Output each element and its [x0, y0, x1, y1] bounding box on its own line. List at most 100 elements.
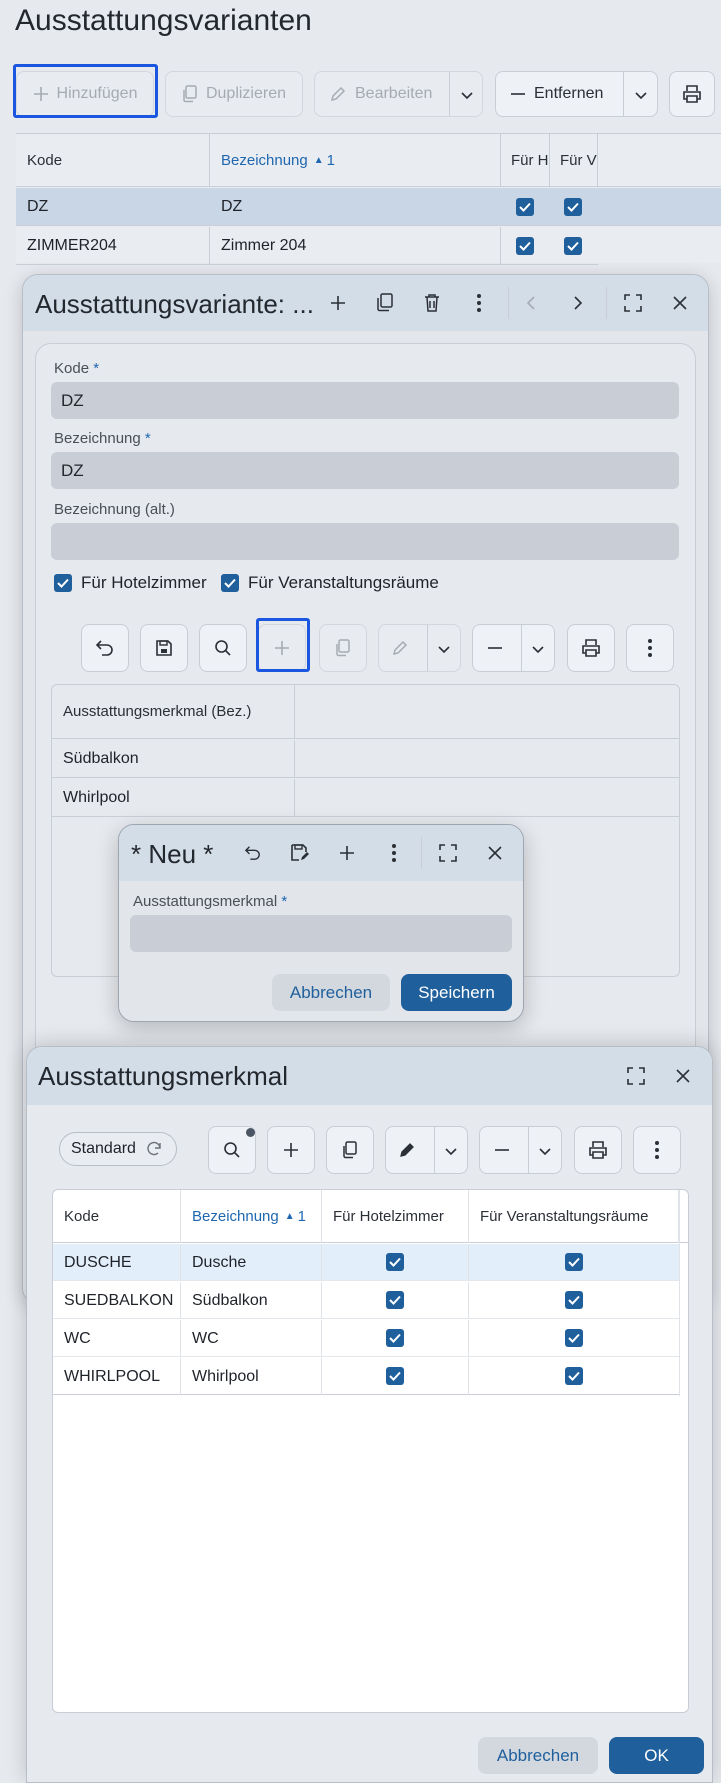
chevron-down-icon[interactable] — [530, 641, 546, 657]
checkbox-event[interactable] — [565, 1253, 583, 1271]
minus-icon — [510, 86, 526, 102]
undo-button[interactable] — [81, 624, 129, 672]
chevron-left-icon[interactable] — [516, 288, 546, 318]
column-header-hotel[interactable]: Für H — [501, 134, 550, 187]
ok-button[interactable]: OK — [609, 1737, 704, 1774]
code-field[interactable]: DZ — [51, 382, 679, 419]
sort-ascending-icon: ▲ — [284, 1211, 295, 1222]
chevron-down-icon[interactable] — [633, 87, 649, 103]
column-header-event[interactable]: Für V — [550, 134, 598, 187]
more-vertical-icon[interactable] — [464, 288, 494, 318]
checkbox-hotel[interactable] — [386, 1291, 404, 1309]
minus-icon — [494, 1142, 510, 1158]
checkbox-event[interactable] — [565, 1329, 583, 1347]
checkbox-hotel[interactable] — [386, 1329, 404, 1347]
more-button[interactable] — [633, 1126, 681, 1174]
print-button[interactable] — [567, 624, 615, 672]
duplicate-button[interactable] — [326, 1126, 374, 1174]
chevron-down-icon[interactable] — [436, 641, 452, 657]
checkbox-event[interactable] — [565, 1291, 583, 1309]
feature-field[interactable] — [130, 915, 512, 952]
duplicate-feature-button[interactable] — [319, 624, 367, 672]
undo-icon[interactable] — [238, 838, 268, 868]
fullscreen-icon[interactable] — [621, 1061, 651, 1091]
column-header-code[interactable]: Kode — [16, 134, 210, 187]
chevron-down-icon[interactable] — [459, 87, 475, 103]
alt-name-field[interactable] — [51, 523, 679, 560]
view-chip[interactable]: Standard — [59, 1132, 177, 1166]
close-icon[interactable] — [668, 1061, 698, 1091]
print-button[interactable] — [574, 1126, 622, 1174]
minus-icon — [487, 640, 503, 656]
chevron-down-icon[interactable] — [537, 1143, 553, 1159]
pencil-icon — [329, 85, 347, 103]
checkbox-hotel[interactable] — [516, 237, 534, 255]
add-button[interactable] — [267, 1126, 315, 1174]
column-header-feature[interactable]: Ausstattungsmerkmal (Bez.) — [52, 685, 295, 739]
table-row[interactable]: DUSCHE Dusche — [53, 1244, 679, 1281]
printer-icon — [588, 1140, 608, 1160]
save-edit-icon[interactable] — [285, 838, 315, 868]
column-header-event[interactable]: Für Veranstaltungsräume — [469, 1190, 679, 1243]
cell-name: Zimmer 204 — [210, 227, 501, 265]
name-field[interactable]: DZ — [51, 452, 679, 489]
column-header-name[interactable]: Bezeichnung ▲ 1 — [181, 1190, 322, 1243]
table-row[interactable]: Südbalkon — [52, 740, 679, 778]
chevron-down-icon[interactable] — [443, 1143, 459, 1159]
table-row[interactable]: Whirlpool — [52, 779, 679, 817]
close-icon[interactable] — [480, 838, 510, 868]
event-checkbox[interactable]: Für Veranstaltungsräume — [221, 573, 439, 593]
edit-split-button[interactable] — [385, 1126, 468, 1174]
copy-icon — [182, 85, 198, 103]
trash-icon[interactable] — [417, 288, 447, 318]
column-header-name[interactable]: Bezeichnung ▲ 1 — [210, 134, 501, 187]
checkbox-hotel[interactable] — [386, 1253, 404, 1271]
checkbox-hotel[interactable] — [386, 1367, 404, 1385]
save-button[interactable] — [140, 624, 188, 672]
features-table: Kode Bezeichnung ▲ 1 Für Hotelzimmer Für… — [52, 1189, 689, 1713]
table-row[interactable]: WC WC — [53, 1320, 679, 1357]
close-icon[interactable] — [665, 288, 695, 318]
add-icon[interactable] — [332, 838, 362, 868]
save-button[interactable]: Speichern — [401, 974, 512, 1011]
more-button[interactable] — [626, 624, 674, 672]
filter-indicator-dot — [246, 1128, 255, 1137]
more-vertical-icon[interactable] — [379, 838, 409, 868]
page-title: Ausstattungsvarianten — [15, 4, 312, 37]
cell-code: ZIMMER204 — [16, 227, 210, 265]
copy-icon[interactable] — [370, 288, 400, 318]
fullscreen-icon[interactable] — [433, 838, 463, 868]
focus-ring — [13, 64, 158, 118]
edit-split-button[interactable]: Bearbeiten — [314, 71, 483, 117]
table-row[interactable]: ZIMMER204 Zimmer 204 — [16, 227, 598, 265]
checkbox-event[interactable] — [564, 198, 582, 216]
search-button[interactable] — [199, 624, 247, 672]
table-row[interactable]: DZ DZ — [16, 188, 721, 226]
fullscreen-icon[interactable] — [618, 288, 648, 318]
table-row[interactable]: SUEDBALKON Südbalkon — [53, 1282, 679, 1319]
alt-name-label: Bezeichnung (alt.) — [54, 501, 175, 518]
cell-name: DZ — [221, 198, 243, 215]
duplicate-button[interactable]: Duplizieren — [165, 71, 303, 117]
scrollbar-track[interactable] — [679, 1190, 680, 1396]
remove-split-button[interactable] — [479, 1126, 562, 1174]
print-button[interactable] — [669, 71, 715, 117]
copy-icon — [335, 639, 351, 657]
chevron-right-icon[interactable] — [563, 288, 593, 318]
remove-split-button[interactable]: Entfernen — [495, 71, 658, 117]
checkbox-event[interactable] — [564, 237, 582, 255]
plus-icon — [283, 1142, 299, 1158]
checkbox-hotel[interactable] — [516, 198, 534, 216]
cancel-button[interactable]: Abbrechen — [478, 1737, 598, 1774]
add-icon[interactable] — [323, 288, 353, 318]
column-header-hotel[interactable]: Für Hotelzimmer — [322, 1190, 469, 1243]
more-vertical-icon — [654, 1140, 660, 1160]
remove-feature-split-button[interactable] — [472, 624, 555, 672]
cancel-button[interactable]: Abbrechen — [272, 974, 390, 1011]
column-header-code[interactable]: Kode — [53, 1190, 181, 1243]
hotel-checkbox[interactable]: Für Hotelzimmer — [54, 573, 207, 593]
edit-feature-split-button[interactable] — [378, 624, 461, 672]
table-row[interactable]: WHIRLPOOL Whirlpool — [53, 1358, 679, 1395]
checkbox-event[interactable] — [565, 1367, 583, 1385]
focus-ring — [256, 618, 310, 672]
